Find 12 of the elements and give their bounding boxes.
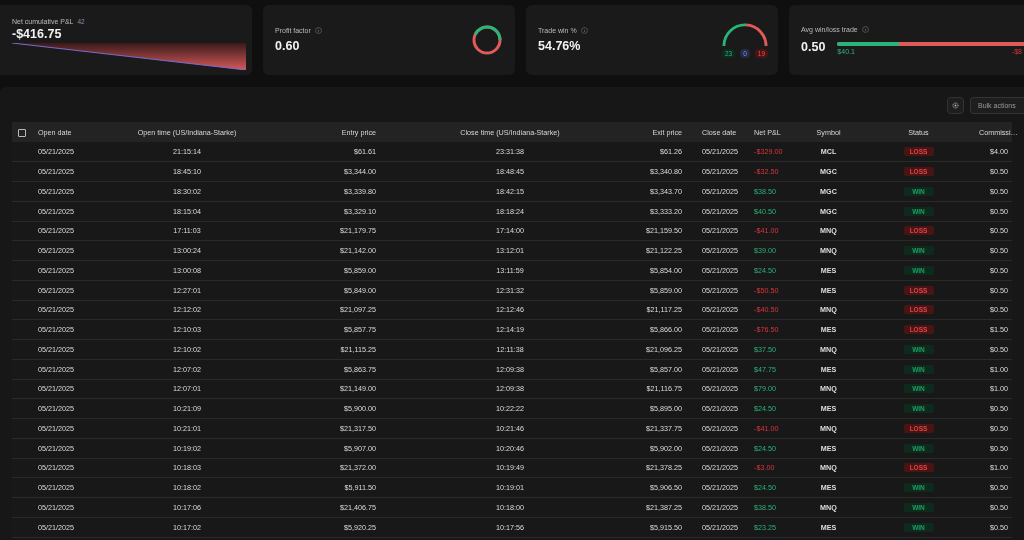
info-icon[interactable] <box>861 25 869 33</box>
select-all-checkbox[interactable] <box>18 128 26 137</box>
settings-button[interactable] <box>947 96 964 114</box>
info-icon[interactable] <box>314 27 322 34</box>
card-value: 54.76% <box>538 39 582 53</box>
card-value: 0.60 <box>275 39 301 53</box>
card-value: -$416.75 <box>12 27 63 41</box>
donut-ring-drawing <box>471 24 503 56</box>
info-icon[interactable] <box>580 27 588 34</box>
gauge-arc-drawing <box>721 22 768 46</box>
settings-icon <box>952 101 959 109</box>
card-value: 0.50 <box>801 39 826 54</box>
